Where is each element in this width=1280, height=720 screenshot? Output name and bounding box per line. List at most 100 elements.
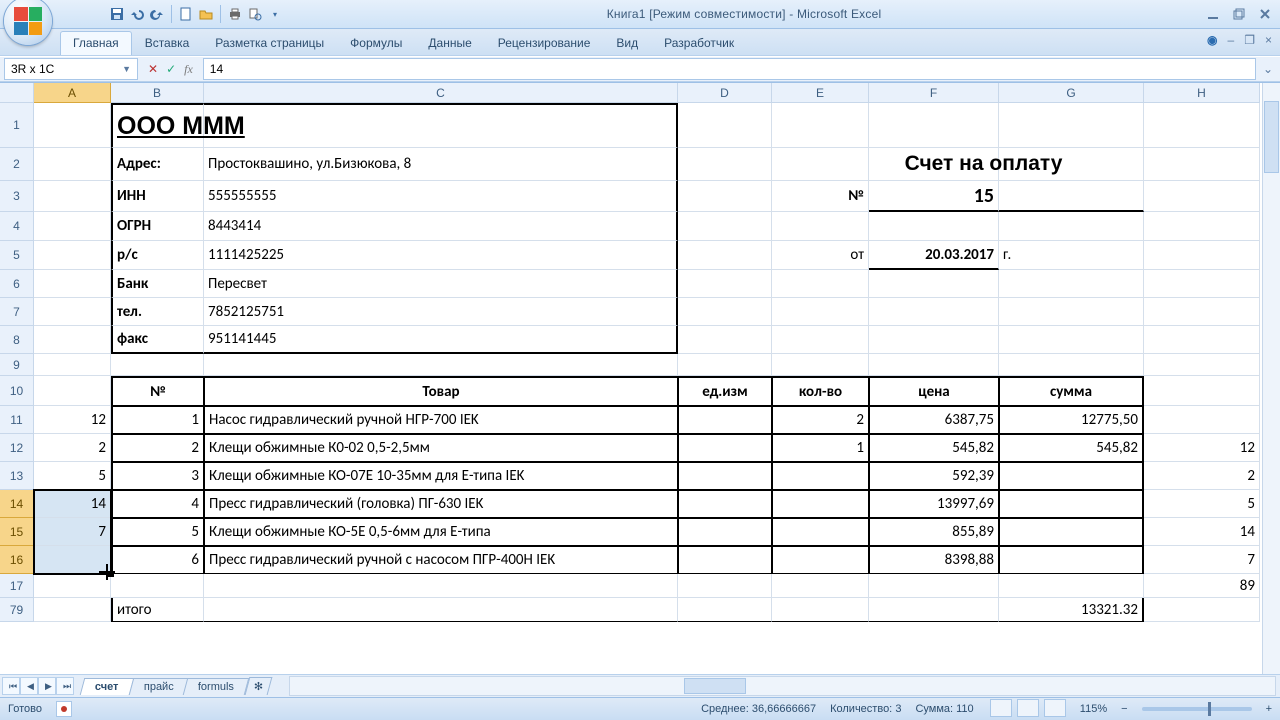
sheet-nav-last-icon[interactable]: ⏭ — [56, 677, 74, 695]
cell-C6[interactable]: Пересвет — [204, 270, 678, 298]
cell-C79[interactable] — [204, 598, 678, 622]
cell-A14[interactable]: 14 — [34, 490, 111, 518]
cell-B17[interactable] — [111, 574, 204, 598]
cell-H11[interactable] — [1144, 406, 1260, 434]
col-head-B[interactable]: B — [111, 83, 204, 103]
vertical-scrollbar[interactable] — [1262, 83, 1280, 674]
cell-B16[interactable]: 6 — [111, 546, 204, 574]
sheet-nav-prev-icon[interactable]: ◀ — [20, 677, 38, 695]
cell-C3[interactable]: 555555555 — [204, 181, 678, 212]
cell-F5[interactable]: 20.03.2017 — [869, 241, 999, 270]
row-head-14[interactable]: 14 — [0, 490, 34, 518]
ribbon-tab-data[interactable]: Данные — [415, 31, 484, 55]
row-head-79[interactable]: 79 — [0, 598, 34, 622]
view-normal-icon[interactable] — [990, 699, 1012, 717]
cell-F17[interactable] — [869, 574, 999, 598]
zoom-in-icon[interactable]: + — [1266, 703, 1272, 715]
cell-C8[interactable]: 951141445 — [204, 326, 678, 354]
cell-H13[interactable]: 2 — [1144, 462, 1260, 490]
cell-A10[interactable] — [34, 376, 111, 406]
select-all-corner[interactable] — [0, 83, 34, 103]
cell-G6[interactable] — [999, 270, 1144, 298]
cell-C11[interactable]: Насос гидравлический ручной НГР-700 IEK — [204, 406, 678, 434]
close-icon[interactable] — [1256, 5, 1274, 23]
cell-B9[interactable] — [111, 354, 204, 376]
cell-D12[interactable] — [678, 434, 772, 462]
view-page-layout-icon[interactable] — [1017, 699, 1039, 717]
new-icon[interactable] — [177, 5, 195, 23]
cell-F79[interactable] — [869, 598, 999, 622]
cell-B5[interactable]: р/с — [111, 241, 204, 270]
cell-B15[interactable]: 5 — [111, 518, 204, 546]
col-head-G[interactable]: G — [999, 83, 1144, 103]
cell-B7[interactable]: тел. — [111, 298, 204, 326]
row-head-8[interactable]: 8 — [0, 326, 34, 354]
name-box[interactable]: 3R x 1C ▼ — [4, 58, 138, 80]
cell-A9[interactable] — [34, 354, 111, 376]
cell-F3[interactable]: 15 — [869, 181, 999, 212]
formula-bar-input[interactable]: 14 — [203, 58, 1256, 80]
cell-G10[interactable]: сумма — [999, 376, 1144, 406]
cell-E1[interactable] — [772, 103, 869, 148]
cell-F6[interactable] — [869, 270, 999, 298]
cell-H4[interactable] — [1144, 212, 1260, 241]
cell-D8[interactable] — [678, 326, 772, 354]
cell-F7[interactable] — [869, 298, 999, 326]
row-head-1[interactable]: 1 — [0, 103, 34, 148]
ribbon-tab-formulas[interactable]: Формулы — [337, 31, 415, 55]
col-head-D[interactable]: D — [678, 83, 772, 103]
fx-icon[interactable]: fx — [184, 62, 193, 77]
row-head-17[interactable]: 17 — [0, 574, 34, 598]
fill-handle[interactable] — [108, 571, 114, 577]
formula-bar-expand-icon[interactable]: ⌄ — [1260, 62, 1276, 76]
cell-D16[interactable] — [678, 546, 772, 574]
ribbon-tab-page-layout[interactable]: Разметка страницы — [202, 31, 337, 55]
cell-H17[interactable]: 89 — [1144, 574, 1260, 598]
workbook-minimize-icon[interactable]: – — [1228, 33, 1235, 47]
cell-E10[interactable]: кол-во — [772, 376, 869, 406]
zoom-slider[interactable] — [1142, 707, 1252, 711]
cell-E6[interactable] — [772, 270, 869, 298]
cell-C5[interactable]: 1111425225 — [204, 241, 678, 270]
cell-H9[interactable] — [1144, 354, 1260, 376]
cell-F4[interactable] — [869, 212, 999, 241]
redo-icon[interactable] — [148, 5, 166, 23]
cell-D17[interactable] — [678, 574, 772, 598]
cell-F13[interactable]: 592,39 — [869, 462, 999, 490]
cell-H79[interactable] — [1144, 598, 1260, 622]
cell-C13[interactable]: Клещи обжимные КО-07Е 10-35мм для Е-типа… — [204, 462, 678, 490]
cell-G14[interactable] — [999, 490, 1144, 518]
cell-D11[interactable] — [678, 406, 772, 434]
cell-G13[interactable] — [999, 462, 1144, 490]
cell-A79[interactable] — [34, 598, 111, 622]
cell-D9[interactable] — [678, 354, 772, 376]
cell-C12[interactable]: Клещи обжимные К0-02 0,5-2,5мм — [204, 434, 678, 462]
cell-G4[interactable] — [999, 212, 1144, 241]
cell-C16[interactable]: Пресс гидравлический ручной с насосом ПГ… — [204, 546, 678, 574]
cell-B3[interactable]: ИНН — [111, 181, 204, 212]
macro-record-icon[interactable] — [56, 701, 72, 717]
cell-C15[interactable]: Клещи обжимные КО-5Е 0,5-6мм для Е-типа — [204, 518, 678, 546]
cell-B2[interactable]: Адрес: — [111, 148, 204, 181]
restore-icon[interactable] — [1230, 5, 1248, 23]
cell-C4[interactable]: 8443414 — [204, 212, 678, 241]
view-page-break-icon[interactable] — [1044, 699, 1066, 717]
enter-formula-icon[interactable]: ✓ — [166, 62, 176, 76]
cell-A11[interactable]: 12 — [34, 406, 111, 434]
cell-H7[interactable] — [1144, 298, 1260, 326]
row-head-10[interactable]: 10 — [0, 376, 34, 406]
cell-D7[interactable] — [678, 298, 772, 326]
cell-A3[interactable] — [34, 181, 111, 212]
cell-E9[interactable] — [772, 354, 869, 376]
cell-G1[interactable] — [999, 103, 1144, 148]
cell-D13[interactable] — [678, 462, 772, 490]
cell-B12[interactable]: 2 — [111, 434, 204, 462]
row-head-15[interactable]: 15 — [0, 518, 34, 546]
zoom-out-icon[interactable]: − — [1121, 703, 1127, 715]
cell-F8[interactable] — [869, 326, 999, 354]
sheet-nav-first-icon[interactable]: ⏮ — [2, 677, 20, 695]
row-head-16[interactable]: 16 — [0, 546, 34, 574]
cell-D79[interactable] — [678, 598, 772, 622]
sheet-tab-0[interactable]: счет — [80, 678, 134, 695]
zoom-level[interactable]: 115% — [1080, 703, 1107, 715]
